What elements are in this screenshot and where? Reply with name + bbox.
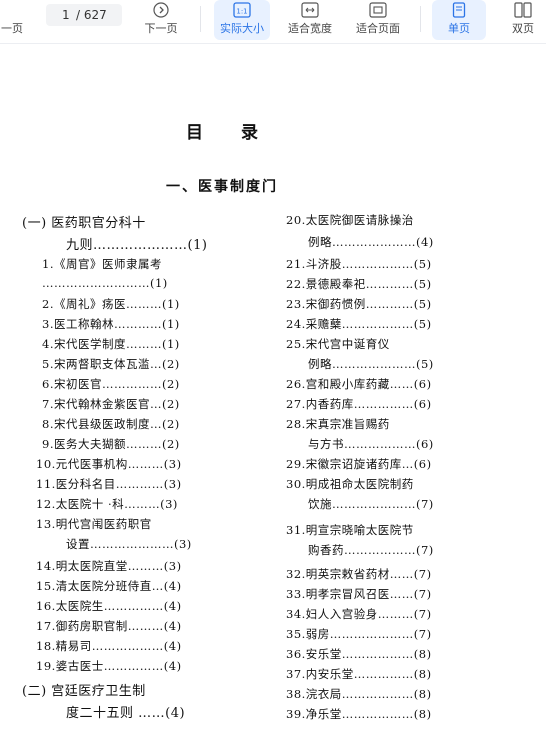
section-heading: 一、医事制度门 <box>166 179 278 195</box>
toc-entry: 33.明孝宗冒风召医……(7) <box>286 587 432 601</box>
fit-width-button[interactable]: 适合宽度 <box>282 0 338 40</box>
toc-entry: 8.宋代县级医政制度…(2) <box>42 417 180 431</box>
actual-size-label: 实际大小 <box>220 22 264 35</box>
toc-entry: 度二十五则 ……(4) <box>66 706 186 721</box>
chevron-right-circle-icon <box>153 2 169 21</box>
toc-entry: 7.宋代翰林金紫医官…(2) <box>42 397 180 411</box>
single-page-label: 单页 <box>448 22 470 35</box>
toc-entry: 26.宫和殿小库药藏……(6) <box>286 377 432 391</box>
fit-width-icon <box>301 2 319 21</box>
actual-size-button[interactable]: 1:1 实际大小 <box>214 0 270 40</box>
toc-entry: 例略…………………(4) <box>308 235 434 249</box>
toc-entry: 设置…………………(3) <box>66 537 192 551</box>
next-page-label: 下一页 <box>144 22 178 35</box>
toolbar-divider <box>200 6 201 32</box>
single-page-icon <box>452 2 466 21</box>
toc-entry: 37.内安乐堂……………(8) <box>286 667 432 681</box>
toc-entry: (一) 医药职官分科十 <box>22 216 146 231</box>
toc-entry: 21.斗济股………………(5) <box>286 257 432 271</box>
toc-entry: 10.元代医事机构………(3) <box>36 457 182 471</box>
toc-entry: 36.安乐堂………………(8) <box>286 647 432 661</box>
fit-page-label: 适合页面 <box>356 22 400 35</box>
fit-width-label: 适合宽度 <box>288 22 332 35</box>
double-page-button[interactable]: 双页 <box>500 0 546 40</box>
toc-entry: 9.医务大夫猢额………(2) <box>42 437 180 451</box>
toc-entry: 11.医分科名目…………(3) <box>36 477 182 491</box>
toc-entry: 3.医工称翰林…………(1) <box>42 317 180 331</box>
toolbar-divider <box>420 6 421 32</box>
svg-text:1:1: 1:1 <box>236 8 247 16</box>
toc-entry: 18.精易司………………(4) <box>36 639 182 653</box>
toc-entry: 27.内香药库……………(6) <box>286 397 432 411</box>
toc-entry: 5.宋两督职支体瓦滥…(2) <box>42 357 180 371</box>
toc-entry: 20.太医院御医请脉操治 <box>286 213 414 227</box>
toc-entry: 4.宋代医学制度………(1) <box>42 337 180 351</box>
toc-entry: 23.宋御药惯例…………(5) <box>286 297 432 311</box>
actual-size-icon: 1:1 <box>233 2 251 21</box>
fit-page-button[interactable]: 适合页面 <box>350 0 406 40</box>
toc-entry: 38.浣衣局………………(8) <box>286 687 432 701</box>
toc-entry: 30.明成祖命太医院制药 <box>286 477 414 491</box>
prev-page-button[interactable]: 一页 <box>0 0 24 40</box>
toc-entry: 6.宋初医官……………(2) <box>42 377 180 391</box>
toc-entry: 例略…………………(5) <box>308 357 434 371</box>
toc-entry: 22.景德殿奉祀…………(5) <box>286 277 432 291</box>
toc-entry: 12.太医院十 ·科………(3) <box>36 497 178 511</box>
next-page-button[interactable]: 下一页 <box>136 0 186 40</box>
viewer-toolbar: 一页 1 / 627 下一页 1:1 实际大小 适合宽度 适合页面 单页 双页 <box>0 0 546 44</box>
double-page-icon <box>514 2 532 21</box>
toc-entry: 与方书………………(6) <box>308 437 434 451</box>
toc-entry: 2.《周礼》疡医………(1) <box>42 297 180 311</box>
fit-page-icon <box>369 2 387 21</box>
single-page-button[interactable]: 单页 <box>432 0 486 40</box>
toc-entry: 24.采赡蘖………………(5) <box>286 317 432 331</box>
toc-entry: 购香药………………(7) <box>308 543 434 557</box>
toc-entry: 16.太医院生……………(4) <box>36 599 182 613</box>
total-pages: / 627 <box>76 8 107 22</box>
toc-entry: 15.清太医院分班侍直…(4) <box>36 579 182 593</box>
toc-entry: 29.宋徽宗诏旋诸药库…(6) <box>286 457 432 471</box>
prev-page-label: 一页 <box>1 22 23 35</box>
toc-entry: 34.妇人入宫验身………(7) <box>286 607 432 621</box>
toc-entry: 31.明宣宗晓喻太医院节 <box>286 523 414 537</box>
toc-entry: 28.宋真宗准旨赐药 <box>286 417 390 431</box>
toc-entry: 39.净乐堂………………(8) <box>286 707 432 721</box>
toc-entry: 饮施…………………(7) <box>308 497 434 511</box>
double-page-label: 双页 <box>512 22 534 35</box>
toc-entry: ………………………(1) <box>42 276 168 290</box>
toc-entry: 1.《周官》医师隶属考 <box>42 257 162 271</box>
toc-entry: 13.明代宫闱医药职官 <box>36 517 152 531</box>
toc-entry: 32.明英宗敕省药材……(7) <box>286 567 432 581</box>
toc-entry: 35.弱房…………………(7) <box>286 627 432 641</box>
toc-entry: 九则…………………(1) <box>66 238 208 253</box>
toc-entry: 25.宋代宫中诞育仪 <box>286 337 390 351</box>
current-page-input[interactable]: 1 <box>62 8 70 22</box>
toc-entry: 17.御药房职官制………(4) <box>36 619 182 633</box>
toc-entry: 14.明太医院直堂………(3) <box>36 559 182 573</box>
toc-entry: 19.婆古医士……………(4) <box>36 659 182 673</box>
page-number-field[interactable]: 1 / 627 <box>46 4 122 26</box>
toc-entry: (二) 宫廷医疗卫生制 <box>22 684 146 699</box>
page-title: 目录 <box>186 123 296 143</box>
